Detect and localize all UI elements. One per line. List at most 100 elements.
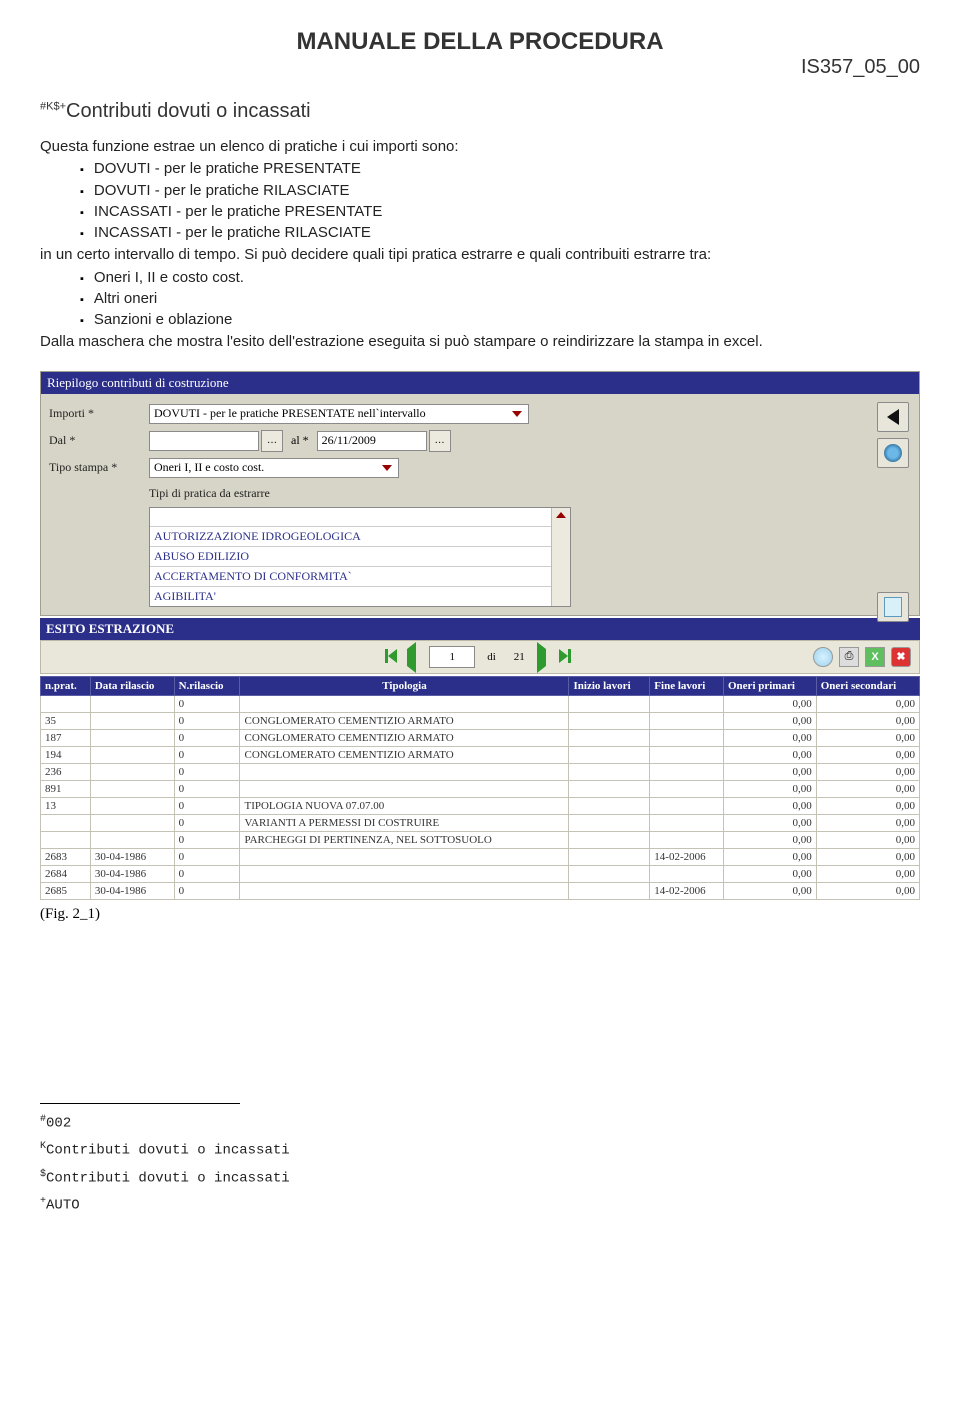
table-cell xyxy=(90,831,174,848)
pager-prev-button[interactable] xyxy=(407,649,423,665)
scroll-up-icon xyxy=(556,512,566,518)
chevron-down-icon xyxy=(382,465,392,471)
search-icon[interactable] xyxy=(813,647,833,667)
table-cell: 0,00 xyxy=(724,763,817,780)
table-cell: 187 xyxy=(41,729,91,746)
table-cell: 0,00 xyxy=(816,848,919,865)
table-row[interactable]: 1940CONGLOMERATO CEMENTIZIO ARMATO0,000,… xyxy=(41,746,920,763)
table-row[interactable]: 130TIPOLOGIA NUOVA 07.07.000,000,00 xyxy=(41,797,920,814)
table-row[interactable]: 268330-04-1986014-02-20060,000,00 xyxy=(41,848,920,865)
table-cell: 30-04-1986 xyxy=(90,848,174,865)
col-nprat: n.prat. xyxy=(41,676,91,695)
settings-button[interactable] xyxy=(877,438,909,468)
heading-prefix: #K$+ xyxy=(40,100,66,112)
listbox-scrollbar[interactable] xyxy=(551,508,570,606)
table-cell xyxy=(569,797,650,814)
close-icon[interactable]: ✖ xyxy=(891,647,911,667)
col-oneri-primari: Oneri primari xyxy=(724,676,817,695)
form-panel-title: Riepilogo contributi di costruzione xyxy=(41,372,919,394)
list-item[interactable]: ABUSO EDILIZIO xyxy=(150,547,551,567)
table-row[interactable]: 268430-04-198600,000,00 xyxy=(41,865,920,882)
table-cell: 0 xyxy=(174,729,240,746)
col-tipologia: Tipologia xyxy=(240,676,569,695)
table-row[interactable]: 1870CONGLOMERATO CEMENTIZIO ARMATO0,000,… xyxy=(41,729,920,746)
table-cell: 0,00 xyxy=(816,831,919,848)
table-cell xyxy=(569,746,650,763)
table-row[interactable]: 0PARCHEGGI DI PERTINENZA, NEL SOTTOSUOLO… xyxy=(41,831,920,848)
table-cell: 0 xyxy=(174,797,240,814)
table-cell xyxy=(240,882,569,899)
list-item[interactable]: AGIBILITA' xyxy=(150,587,551,606)
table-cell: 0 xyxy=(174,695,240,712)
table-cell: 0,00 xyxy=(816,780,919,797)
importi-select[interactable]: DOVUTI - per le pratiche PRESENTATE nell… xyxy=(149,404,529,424)
list-item[interactable]: ACCERTAMENTO DI CONFORMITA` xyxy=(150,567,551,587)
col-inizio-lavori: Inizio lavori xyxy=(569,676,650,695)
bullet-item: Altri oneri xyxy=(80,289,920,309)
back-button[interactable] xyxy=(877,402,909,432)
footnote-text: Contributi dovuti o incassati xyxy=(46,1170,290,1186)
table-cell xyxy=(240,865,569,882)
pager-page-input[interactable] xyxy=(429,646,475,668)
section-heading: #K$+Contributi dovuti o incassati xyxy=(40,100,920,123)
table-cell xyxy=(90,712,174,729)
pager-next-button[interactable] xyxy=(537,649,553,665)
col-oneri-secondari: Oneri secondari xyxy=(816,676,919,695)
table-cell: PARCHEGGI DI PERTINENZA, NEL SOTTOSUOLO xyxy=(240,831,569,848)
list-item[interactable]: AUTORIZZAZIONE IDROGEOLOGICA xyxy=(150,527,551,547)
excel-icon[interactable]: X xyxy=(865,647,885,667)
table-cell xyxy=(569,712,650,729)
dal-date-picker[interactable]: … xyxy=(261,430,283,452)
table-cell: 0 xyxy=(174,848,240,865)
table-cell xyxy=(41,695,91,712)
table-cell: 0,00 xyxy=(724,831,817,848)
table-row[interactable]: 89100,000,00 xyxy=(41,780,920,797)
col-data-rilascio: Data rilascio xyxy=(90,676,174,695)
col-fine-lavori: Fine lavori xyxy=(650,676,724,695)
table-cell: 0,00 xyxy=(816,763,919,780)
table-cell: 0,00 xyxy=(724,695,817,712)
table-cell: 35 xyxy=(41,712,91,729)
table-cell xyxy=(90,729,174,746)
table-row[interactable]: 00,000,00 xyxy=(41,695,920,712)
table-row[interactable]: 0VARIANTI A PERMESSI DI COSTRUIRE0,000,0… xyxy=(41,814,920,831)
dal-input[interactable] xyxy=(149,431,259,451)
label-al: al * xyxy=(291,433,309,448)
intro-line-1: Questa funzione estrae un elenco di prat… xyxy=(40,137,920,157)
table-cell: 891 xyxy=(41,780,91,797)
pager-of-label: di xyxy=(487,651,496,663)
table-cell xyxy=(90,797,174,814)
document-button[interactable] xyxy=(877,592,909,622)
table-cell: 0,00 xyxy=(724,729,817,746)
table-cell xyxy=(240,695,569,712)
table-cell: 0,00 xyxy=(724,797,817,814)
table-cell xyxy=(650,746,724,763)
table-cell: 0,00 xyxy=(724,780,817,797)
table-cell: 30-04-1986 xyxy=(90,865,174,882)
table-cell: 14-02-2006 xyxy=(650,882,724,899)
bullet-item: INCASSATI - per le pratiche RILASCIATE xyxy=(80,223,920,243)
table-row[interactable]: 23600,000,00 xyxy=(41,763,920,780)
table-cell xyxy=(90,780,174,797)
tipo-stampa-select[interactable]: Oneri I, II e costo cost. xyxy=(149,458,399,478)
document-icon xyxy=(884,597,902,617)
tipi-pratica-listbox[interactable]: AUTORIZZAZIONE IDROGEOLOGICA ABUSO EDILI… xyxy=(149,507,571,607)
pager-total: 21 xyxy=(514,651,525,663)
table-cell xyxy=(569,814,650,831)
table-row[interactable]: 268530-04-1986014-02-20060,000,00 xyxy=(41,882,920,899)
pager-last-button[interactable] xyxy=(559,649,575,665)
al-input[interactable] xyxy=(317,431,427,451)
footnote-rule xyxy=(40,1103,240,1104)
chevron-down-icon xyxy=(512,411,522,417)
print-icon[interactable]: ⎙ xyxy=(839,647,859,667)
pager-first-button[interactable] xyxy=(385,649,401,665)
bullet-item: INCASSATI - per le pratiche PRESENTATE xyxy=(80,202,920,222)
esito-title: ESITO ESTRAZIONE xyxy=(40,618,920,640)
table-cell xyxy=(650,797,724,814)
table-row[interactable]: 350CONGLOMERATO CEMENTIZIO ARMATO0,000,0… xyxy=(41,712,920,729)
table-cell xyxy=(90,814,174,831)
bullet-list-1: DOVUTI - per le pratiche PRESENTATE DOVU… xyxy=(40,159,920,243)
table-cell xyxy=(569,848,650,865)
al-date-picker[interactable]: … xyxy=(429,430,451,452)
footnote-text: Contributi dovuti o incassati xyxy=(46,1143,290,1159)
